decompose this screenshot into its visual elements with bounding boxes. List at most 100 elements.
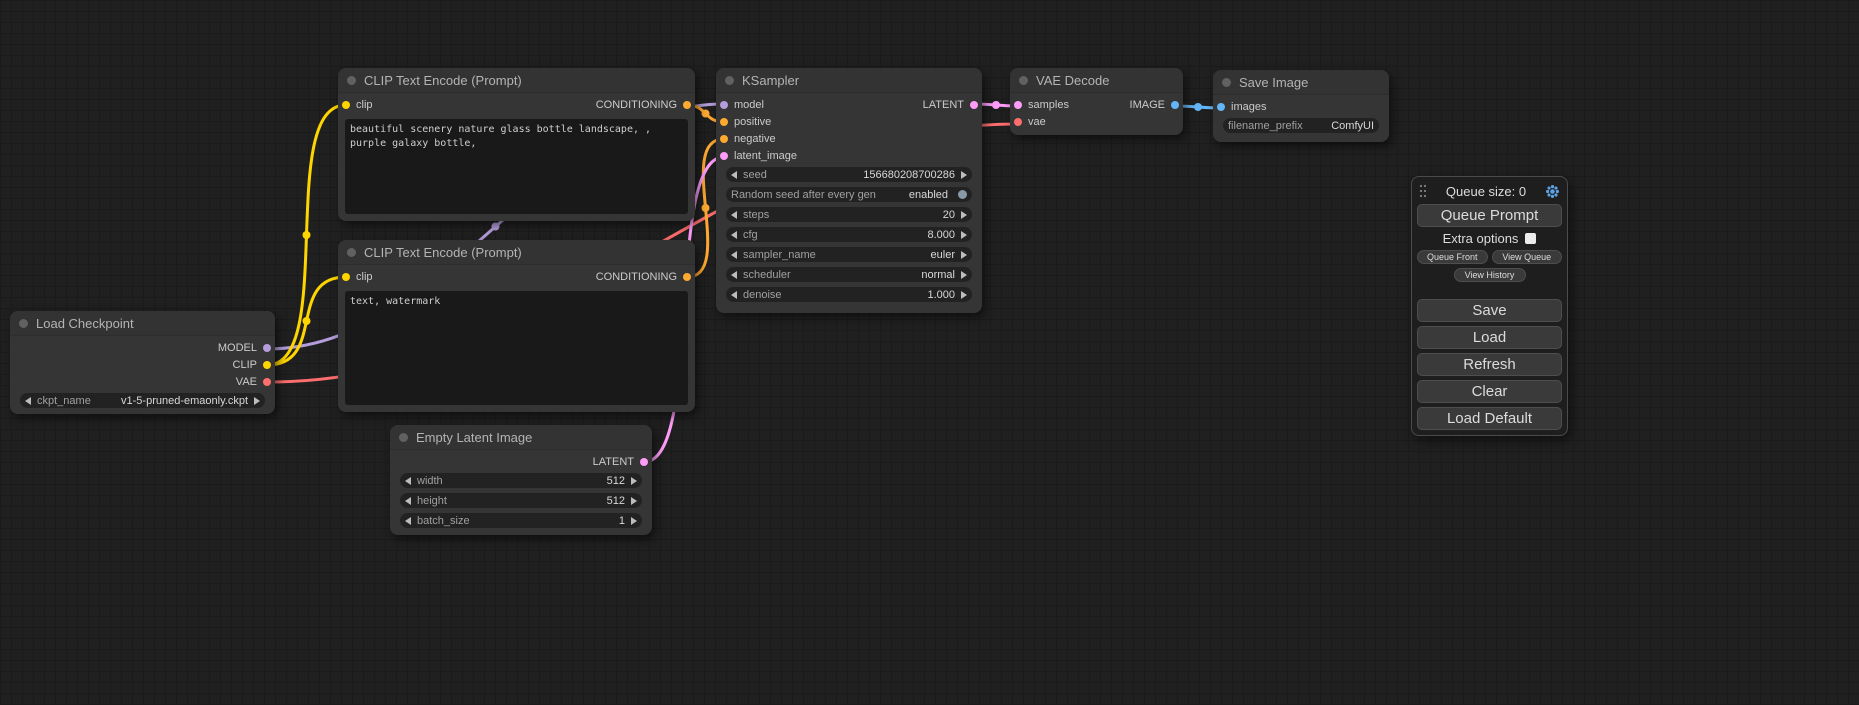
output-port-latent[interactable] bbox=[970, 101, 978, 109]
output-port-clip[interactable] bbox=[263, 361, 271, 369]
increment-arrow-icon[interactable] bbox=[254, 397, 260, 405]
node-title-bar[interactable]: VAE Decode bbox=[1010, 68, 1183, 93]
input-label-samples: samples bbox=[1028, 99, 1069, 111]
decrement-arrow-icon[interactable] bbox=[25, 397, 31, 405]
queue-front-button[interactable]: Queue Front bbox=[1417, 250, 1488, 264]
widget-steps[interactable]: steps 20 bbox=[726, 207, 972, 222]
collapse-dot-icon[interactable] bbox=[347, 248, 356, 257]
increment-arrow-icon[interactable] bbox=[961, 231, 967, 239]
output-port-image[interactable] bbox=[1171, 101, 1179, 109]
decrement-arrow-icon[interactable] bbox=[405, 517, 411, 525]
input-port-clip[interactable] bbox=[342, 273, 350, 281]
node-load-checkpoint[interactable]: Load Checkpoint MODEL CLIP VAE ckpt_name bbox=[10, 311, 275, 414]
node-save-image[interactable]: Save Image images filename_prefix ComfyU… bbox=[1213, 70, 1389, 142]
node-title-bar[interactable]: Empty Latent Image bbox=[390, 425, 652, 450]
collapse-dot-icon[interactable] bbox=[1222, 78, 1231, 87]
output-label-model: MODEL bbox=[218, 342, 257, 354]
input-port-vae[interactable] bbox=[1014, 118, 1022, 126]
save-button[interactable]: Save bbox=[1417, 299, 1562, 322]
widget-height[interactable]: height 512 bbox=[400, 493, 642, 508]
node-clip-text-encode-positive[interactable]: CLIP Text Encode (Prompt) clip CONDITION… bbox=[338, 68, 695, 221]
widget-value: 1 bbox=[619, 515, 625, 527]
widget-scheduler[interactable]: scheduler normal bbox=[726, 267, 972, 282]
decrement-arrow-icon[interactable] bbox=[405, 497, 411, 505]
widget-batch-size[interactable]: batch_size 1 bbox=[400, 513, 642, 528]
widget-denoise[interactable]: denoise 1.000 bbox=[726, 287, 972, 302]
decrement-arrow-icon[interactable] bbox=[731, 271, 737, 279]
widget-cfg[interactable]: cfg 8.000 bbox=[726, 227, 972, 242]
widget-random-seed-toggle[interactable]: Random seed after every gen enabled bbox=[726, 187, 972, 202]
widget-value: enabled bbox=[909, 189, 948, 201]
output-port-conditioning[interactable] bbox=[683, 273, 691, 281]
node-vae-decode[interactable]: VAE Decode samples IMAGE vae bbox=[1010, 68, 1183, 135]
node-empty-latent-image[interactable]: Empty Latent Image LATENT width 512 heig… bbox=[390, 425, 652, 535]
output-label-image: IMAGE bbox=[1130, 99, 1165, 111]
widget-value: 512 bbox=[607, 475, 625, 487]
input-port-model[interactable] bbox=[720, 101, 728, 109]
increment-arrow-icon[interactable] bbox=[631, 477, 637, 485]
node-title-bar[interactable]: CLIP Text Encode (Prompt) bbox=[338, 68, 695, 93]
positive-prompt-textarea[interactable]: beautiful scenery nature glass bottle la… bbox=[345, 119, 688, 214]
clear-button[interactable]: Clear bbox=[1417, 380, 1562, 403]
load-button[interactable]: Load bbox=[1417, 326, 1562, 349]
input-port-positive[interactable] bbox=[720, 118, 728, 126]
output-port-model[interactable] bbox=[263, 344, 271, 352]
increment-arrow-icon[interactable] bbox=[961, 211, 967, 219]
load-default-button[interactable]: Load Default bbox=[1417, 407, 1562, 430]
widget-label: ckpt_name bbox=[37, 395, 91, 407]
widget-sampler-name[interactable]: sampler_name euler bbox=[726, 247, 972, 262]
increment-arrow-icon[interactable] bbox=[961, 171, 967, 179]
collapse-dot-icon[interactable] bbox=[1019, 76, 1028, 85]
input-port-negative[interactable] bbox=[720, 135, 728, 143]
negative-prompt-textarea[interactable]: text, watermark bbox=[345, 291, 688, 405]
decrement-arrow-icon[interactable] bbox=[731, 291, 737, 299]
widget-width[interactable]: width 512 bbox=[400, 473, 642, 488]
collapse-dot-icon[interactable] bbox=[725, 76, 734, 85]
queue-size-label: Queue size: 0 bbox=[1446, 184, 1526, 199]
widget-ckpt-name[interactable]: ckpt_name v1-5-pruned-emaonly.ckpt bbox=[20, 393, 265, 408]
increment-arrow-icon[interactable] bbox=[961, 291, 967, 299]
drag-handle-icon[interactable] bbox=[1419, 184, 1427, 198]
refresh-button[interactable]: Refresh bbox=[1417, 353, 1562, 376]
decrement-arrow-icon[interactable] bbox=[731, 211, 737, 219]
widget-seed[interactable]: seed 156680208700286 bbox=[726, 167, 972, 182]
toggle-on-icon[interactable] bbox=[958, 190, 967, 199]
output-port-vae[interactable] bbox=[263, 378, 271, 386]
input-port-latent-image[interactable] bbox=[720, 152, 728, 160]
widget-label: width bbox=[417, 475, 443, 487]
input-port-images[interactable] bbox=[1217, 103, 1225, 111]
input-port-samples[interactable] bbox=[1014, 101, 1022, 109]
increment-arrow-icon[interactable] bbox=[631, 517, 637, 525]
widget-label: cfg bbox=[743, 229, 758, 241]
collapse-dot-icon[interactable] bbox=[399, 433, 408, 442]
decrement-arrow-icon[interactable] bbox=[731, 251, 737, 259]
extra-options-checkbox[interactable] bbox=[1525, 233, 1536, 244]
view-history-button[interactable]: View History bbox=[1454, 268, 1526, 282]
collapse-dot-icon[interactable] bbox=[347, 76, 356, 85]
view-queue-button[interactable]: View Queue bbox=[1492, 250, 1563, 264]
increment-arrow-icon[interactable] bbox=[961, 251, 967, 259]
increment-arrow-icon[interactable] bbox=[631, 497, 637, 505]
widget-label: height bbox=[417, 495, 447, 507]
increment-arrow-icon[interactable] bbox=[961, 271, 967, 279]
decrement-arrow-icon[interactable] bbox=[731, 231, 737, 239]
node-title-bar[interactable]: Save Image bbox=[1213, 70, 1389, 95]
settings-gear-icon[interactable] bbox=[1545, 184, 1560, 199]
input-label-negative: negative bbox=[734, 133, 776, 145]
decrement-arrow-icon[interactable] bbox=[405, 477, 411, 485]
input-port-clip[interactable] bbox=[342, 101, 350, 109]
node-title-bar[interactable]: CLIP Text Encode (Prompt) bbox=[338, 240, 695, 265]
node-clip-text-encode-negative[interactable]: CLIP Text Encode (Prompt) clip CONDITION… bbox=[338, 240, 695, 412]
collapse-dot-icon[interactable] bbox=[19, 319, 28, 328]
node-title-bar[interactable]: Load Checkpoint bbox=[10, 311, 275, 336]
widget-filename-prefix[interactable]: filename_prefix ComfyUI bbox=[1223, 118, 1379, 133]
widget-value: 8.000 bbox=[927, 229, 955, 241]
decrement-arrow-icon[interactable] bbox=[731, 171, 737, 179]
output-port-latent[interactable] bbox=[640, 458, 648, 466]
queue-prompt-button[interactable]: Queue Prompt bbox=[1417, 204, 1562, 227]
widget-label: filename_prefix bbox=[1228, 120, 1303, 132]
node-title-bar[interactable]: KSampler bbox=[716, 68, 982, 93]
node-ksampler[interactable]: KSampler model LATENT positive negative bbox=[716, 68, 982, 313]
output-label-vae: VAE bbox=[236, 376, 257, 388]
output-port-conditioning[interactable] bbox=[683, 101, 691, 109]
